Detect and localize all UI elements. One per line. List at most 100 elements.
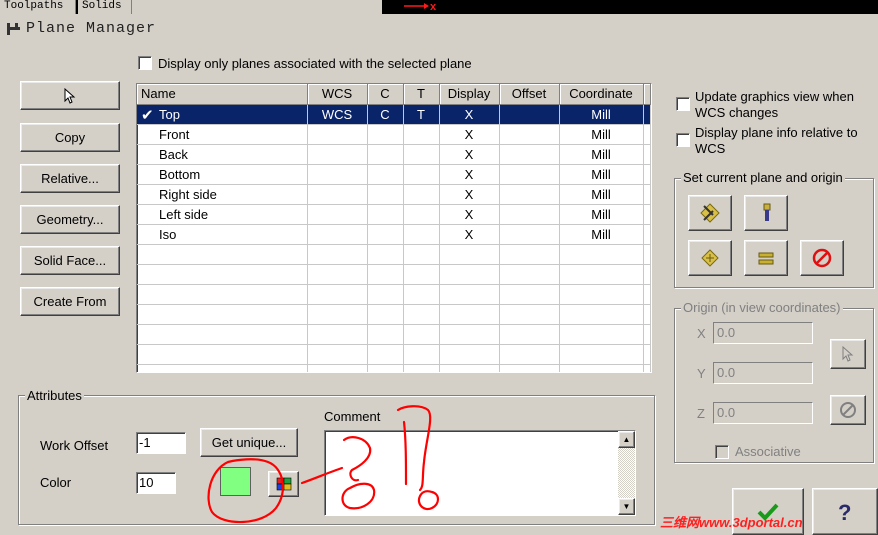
color-palette-icon [276,477,291,491]
help-button[interactable]: ? [812,488,878,535]
cursor-arrow-icon [842,346,854,362]
cell-wcs [307,204,368,225]
select-pointer-button[interactable] [20,81,120,110]
cell-offset [499,164,560,185]
help-question-icon: ? [838,500,851,524]
cell-filler [643,204,651,225]
get-unique-button[interactable]: Get unique... [200,428,298,457]
cell-wcs [307,124,368,145]
origin-title: Origin (in view coordinates) [681,300,843,315]
table-row[interactable]: Top ✔ WCS C T X Mill [137,104,651,125]
cell-wcs [307,224,368,245]
empty-cell [499,284,560,305]
empty-cell [307,344,368,365]
cell-t [403,184,440,205]
solid-face-button[interactable]: Solid Face... [20,246,120,275]
set-plane-origin-button[interactable] [688,195,732,231]
empty-cell [439,364,500,372]
col-header-name[interactable]: Name [137,84,308,105]
filter-checkbox[interactable] [138,56,152,70]
empty-table-row [137,264,651,285]
col-header-coordinate[interactable]: Coordinate [559,84,644,105]
cell-t [403,124,440,145]
col-header-display[interactable]: Display [439,84,500,105]
tab-solids[interactable]: Solids [78,0,132,14]
copy-button[interactable]: Copy [20,123,120,152]
dialog-title: Plane Manager [26,20,157,37]
scroll-down-arrow-icon[interactable]: ▼ [618,498,635,515]
equal-planes-button[interactable] [744,240,788,276]
comment-textarea[interactable]: ▲ ▼ [324,430,636,516]
relative-button[interactable]: Relative... [20,164,120,193]
cell-coord: Mill [559,164,644,185]
empty-cell [559,304,644,325]
origin-z-input[interactable]: 0.0 [713,402,813,424]
origin-clear-button[interactable] [830,395,866,425]
set-tool-plane-button[interactable] [744,195,788,231]
cell-wcs: WCS [307,104,368,125]
cell-coord: Mill [559,184,644,205]
create-from-button[interactable]: Create From [20,287,120,316]
table-row[interactable]: Iso X Mill [137,224,651,245]
empty-cell [499,304,560,325]
tab-toolpaths[interactable]: Toolpaths [0,0,76,14]
empty-cell [559,264,644,285]
cell-offset [499,144,560,165]
empty-cell [367,324,404,345]
col-header-c[interactable]: C [367,84,404,105]
equal-icon [758,252,774,265]
cell-t [403,224,440,245]
table-row[interactable]: Bottom X Mill [137,164,651,185]
color-picker-button[interactable] [268,471,299,497]
cell-name: Right side [137,184,308,205]
origin-x-input[interactable]: 0.0 [713,322,813,344]
empty-cell [499,264,560,285]
set-construction-plane-button[interactable] [688,240,732,276]
color-number-input[interactable]: 10 [136,472,176,494]
table-row[interactable]: Right side X Mill [137,184,651,205]
color-label: Color [40,475,72,490]
table-row[interactable]: Front X Mill [137,124,651,145]
scroll-up-arrow-icon[interactable]: ▲ [618,431,635,448]
clear-planes-button[interactable] [800,240,844,276]
empty-cell [643,284,651,305]
attributes-title: Attributes [25,388,84,403]
origin-pick-button[interactable] [830,339,866,369]
empty-cell [307,364,368,372]
empty-cell [499,324,560,345]
col-header-wcs[interactable]: WCS [307,84,368,105]
associative-checkbox[interactable] [715,445,729,459]
empty-table-row [137,344,651,365]
update-graphics-checkbox[interactable] [676,97,690,111]
planes-table[interactable]: Name WCS C T Display Offset Coordinate T… [136,83,652,373]
tab-strip-background [132,0,382,14]
cell-name: Front [137,124,308,145]
empty-cell [137,284,308,305]
empty-cell [559,284,644,305]
work-offset-input[interactable]: -1 [136,432,186,454]
geometry-button[interactable]: Geometry... [20,205,120,234]
cell-filler [643,224,651,245]
cell-filler [643,164,651,185]
col-header-offset[interactable]: Offset [499,84,560,105]
cell-c [367,224,404,245]
empty-table-row [137,364,651,372]
col-header-t[interactable]: T [403,84,440,105]
display-info-checkbox[interactable] [676,133,690,147]
empty-cell [559,324,644,345]
origin-y-input[interactable]: 0.0 [713,362,813,384]
empty-table-row [137,304,651,325]
comment-scrollbar[interactable]: ▲ ▼ [618,431,635,515]
cell-coord: Mill [559,204,644,225]
empty-cell [439,344,500,365]
empty-cell [403,244,440,265]
empty-cell [367,304,404,325]
no-symbol-icon [840,402,856,418]
cell-wcs [307,164,368,185]
cell-c [367,164,404,185]
plane-manager-icon [6,22,22,36]
no-symbol-icon [812,248,832,268]
table-row[interactable]: Left side X Mill [137,204,651,225]
cell-wcs [307,184,368,205]
table-row[interactable]: Back X Mill [137,144,651,165]
